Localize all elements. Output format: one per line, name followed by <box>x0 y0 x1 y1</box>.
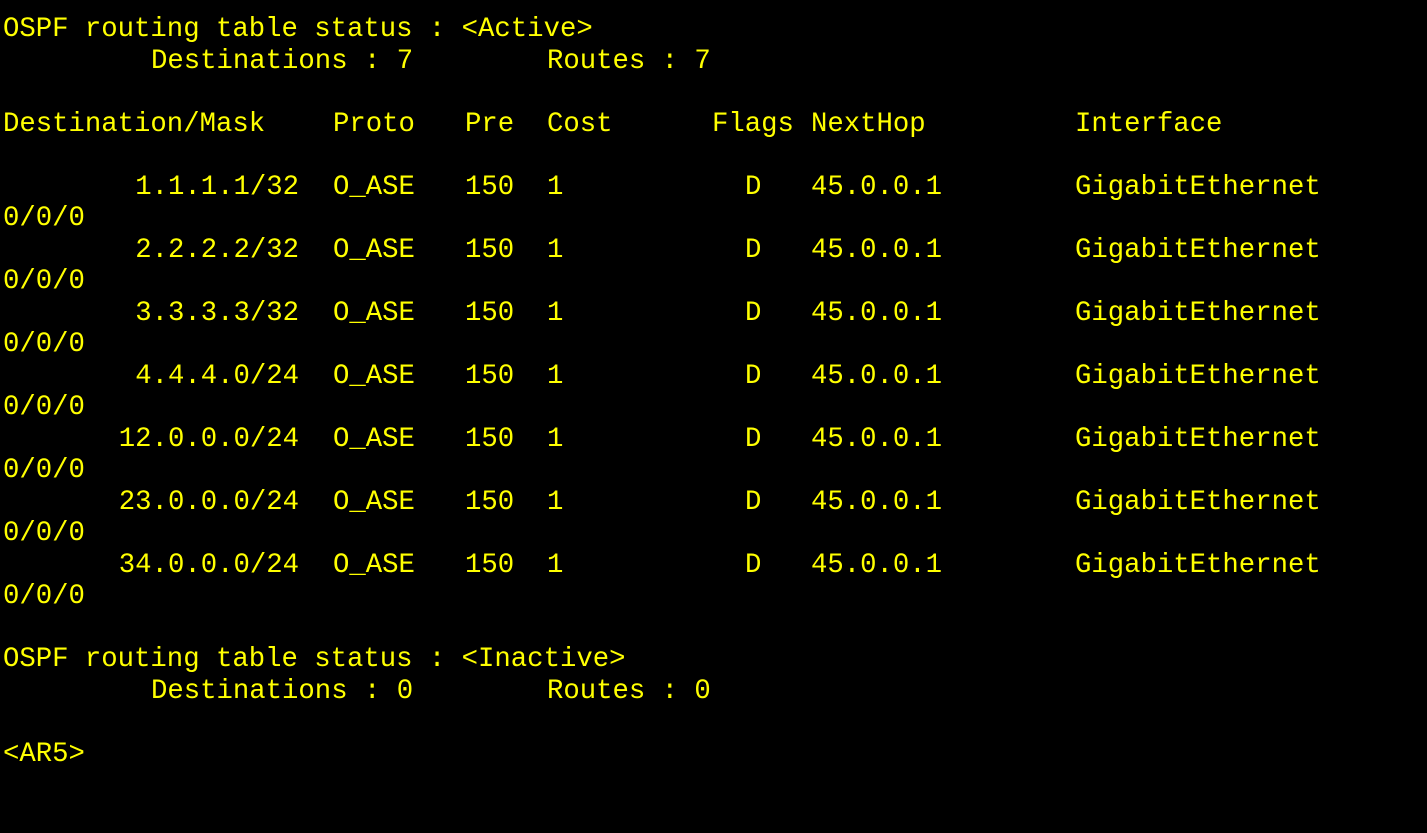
row-destination: 34.0.0.0/24 <box>118 549 299 581</box>
row-interface-continuation: 0/0/0 <box>3 518 85 549</box>
terminal-window[interactable]: OSPF routing table status : <Active> Des… <box>0 0 1427 770</box>
row-destination: 4.4.4.0/24 <box>135 360 299 392</box>
row-interface: GigabitEthernet <box>1075 360 1321 392</box>
row-interface-wrap: 0/0/0 <box>0 392 1427 424</box>
header-destination-mask: Destination/Mask <box>3 108 266 140</box>
row-nexthop: 45.0.0.1 <box>811 360 943 392</box>
row-cost: 1 <box>547 234 564 266</box>
row-interface: GigabitEthernet <box>1075 171 1321 203</box>
table-row: 4.4.4.0/24 O_ASE 150 1 D 45.0.0.1 Gigabi… <box>0 361 1427 393</box>
row-pre: 150 <box>465 549 515 581</box>
row-pre: 150 <box>465 486 515 518</box>
active-routes-count: Routes : 7 <box>547 45 711 77</box>
row-proto: O_ASE <box>333 171 415 203</box>
row-interface-wrap: 0/0/0 <box>0 455 1427 487</box>
row-interface-wrap: 0/0/0 <box>0 518 1427 550</box>
row-destination: 3.3.3.3/32 <box>135 297 299 329</box>
row-interface-continuation: 0/0/0 <box>3 266 85 297</box>
row-cost: 1 <box>547 297 564 329</box>
row-flags: D <box>745 360 762 392</box>
row-interface: GigabitEthernet <box>1075 549 1321 581</box>
table-row: 34.0.0.0/24 O_ASE 150 1 D 45.0.0.1 Gigab… <box>0 550 1427 582</box>
row-flags: D <box>745 549 762 581</box>
table-row: 1.1.1.1/32 O_ASE 150 1 D 45.0.0.1 Gigabi… <box>0 172 1427 204</box>
row-nexthop: 45.0.0.1 <box>811 234 943 266</box>
row-proto: O_ASE <box>333 360 415 392</box>
row-nexthop: 45.0.0.1 <box>811 171 943 203</box>
header-proto: Proto <box>333 108 415 140</box>
row-interface-wrap: 0/0/0 <box>0 329 1427 361</box>
row-flags: D <box>745 297 762 329</box>
row-flags: D <box>745 486 762 518</box>
row-interface-continuation: 0/0/0 <box>3 455 85 486</box>
header-flags: Flags <box>712 108 794 140</box>
row-interface-continuation: 0/0/0 <box>3 581 85 612</box>
row-interface-wrap: 0/0/0 <box>0 581 1427 613</box>
active-status-text: OSPF routing table status : <Active> <box>3 14 593 45</box>
row-proto: O_ASE <box>333 297 415 329</box>
row-proto: O_ASE <box>333 549 415 581</box>
inactive-status-text: OSPF routing table status : <Inactive> <box>3 644 626 675</box>
active-status-line: OSPF routing table status : <Active> <box>0 14 1427 46</box>
inactive-summary-line: Destinations : 0 Routes : 0 <box>0 676 1427 708</box>
active-summary-line: Destinations : 7 Routes : 7 <box>0 46 1427 78</box>
row-cost: 1 <box>547 360 564 392</box>
row-interface: GigabitEthernet <box>1075 234 1321 266</box>
row-destination: 23.0.0.0/24 <box>118 486 299 518</box>
row-cost: 1 <box>547 423 564 455</box>
inactive-destinations-count: Destinations : 0 <box>151 675 414 707</box>
header-pre: Pre <box>465 108 515 140</box>
row-pre: 150 <box>465 360 515 392</box>
row-pre: 150 <box>465 234 515 266</box>
row-destination: 1.1.1.1/32 <box>135 171 299 203</box>
row-interface-continuation: 0/0/0 <box>3 392 85 423</box>
table-row: 3.3.3.3/32 O_ASE 150 1 D 45.0.0.1 Gigabi… <box>0 298 1427 330</box>
command-prompt-line[interactable]: <AR5> <box>0 739 1427 771</box>
row-pre: 150 <box>465 171 515 203</box>
row-cost: 1 <box>547 171 564 203</box>
header-cost: Cost <box>547 108 613 140</box>
inactive-routes-count: Routes : 0 <box>547 675 711 707</box>
row-pre: 150 <box>465 423 515 455</box>
table-row: 23.0.0.0/24 O_ASE 150 1 D 45.0.0.1 Gigab… <box>0 487 1427 519</box>
row-flags: D <box>745 234 762 266</box>
row-interface-continuation: 0/0/0 <box>3 329 85 360</box>
row-nexthop: 45.0.0.1 <box>811 486 943 518</box>
row-destination: 12.0.0.0/24 <box>118 423 299 455</box>
row-interface-continuation: 0/0/0 <box>3 203 85 234</box>
row-nexthop: 45.0.0.1 <box>811 549 943 581</box>
inactive-status-line: OSPF routing table status : <Inactive> <box>0 644 1427 676</box>
row-interface-wrap: 0/0/0 <box>0 266 1427 298</box>
row-nexthop: 45.0.0.1 <box>811 297 943 329</box>
row-proto: O_ASE <box>333 486 415 518</box>
row-destination: 2.2.2.2/32 <box>135 234 299 266</box>
command-prompt[interactable]: <AR5> <box>3 739 85 771</box>
row-interface-wrap: 0/0/0 <box>0 203 1427 235</box>
row-interface: GigabitEthernet <box>1075 423 1321 455</box>
row-cost: 1 <box>547 549 564 581</box>
table-row: 12.0.0.0/24 O_ASE 150 1 D 45.0.0.1 Gigab… <box>0 424 1427 456</box>
row-flags: D <box>745 423 762 455</box>
row-interface: GigabitEthernet <box>1075 297 1321 329</box>
row-interface: GigabitEthernet <box>1075 486 1321 518</box>
row-proto: O_ASE <box>333 234 415 266</box>
row-pre: 150 <box>465 297 515 329</box>
header-interface: Interface <box>1075 108 1223 140</box>
row-flags: D <box>745 171 762 203</box>
table-row: 2.2.2.2/32 O_ASE 150 1 D 45.0.0.1 Gigabi… <box>0 235 1427 267</box>
row-nexthop: 45.0.0.1 <box>811 423 943 455</box>
table-header-row: Destination/Mask Proto Pre Cost Flags Ne… <box>0 109 1427 141</box>
header-nexthop: NextHop <box>811 108 926 140</box>
active-destinations-count: Destinations : 7 <box>151 45 414 77</box>
row-proto: O_ASE <box>333 423 415 455</box>
row-cost: 1 <box>547 486 564 518</box>
